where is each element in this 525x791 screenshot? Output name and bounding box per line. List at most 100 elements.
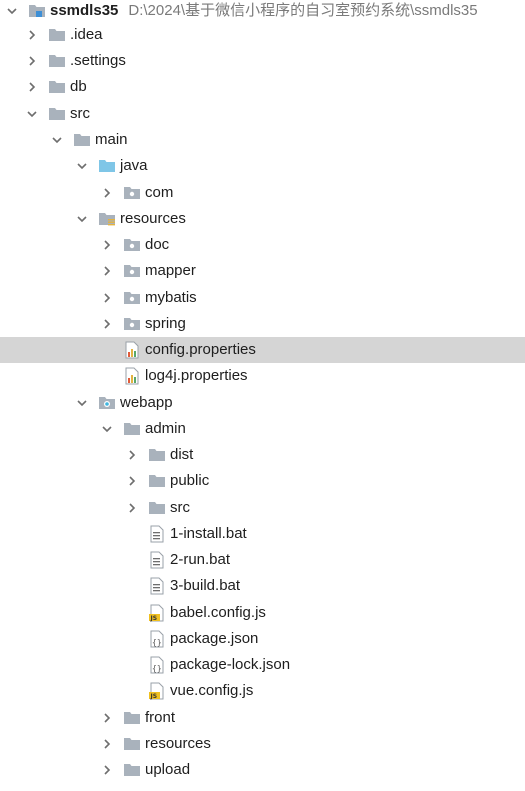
svg-text:JS: JS (150, 615, 158, 622)
tree-item-label: mapper (145, 262, 196, 279)
tree-item-label: resources (145, 735, 211, 752)
chevron-right-icon[interactable] (101, 239, 113, 251)
text-file-icon (148, 525, 166, 543)
tree-row-java[interactable]: java (0, 153, 525, 179)
chevron-right-icon[interactable] (126, 502, 138, 514)
tree-item-label: 3-build.bat (170, 577, 241, 594)
tree-row-admin[interactable]: admin (0, 416, 525, 442)
json-file-icon: {} (148, 630, 166, 648)
tree-row-dist[interactable]: dist (0, 442, 525, 468)
chevron-down-icon[interactable] (76, 160, 88, 172)
text-file-icon (148, 551, 166, 569)
chevron-down-icon[interactable] (51, 134, 63, 146)
tree-item-label: main (95, 131, 128, 148)
tree-row-com[interactable]: com (0, 180, 525, 206)
tree-item-label: mybatis (145, 289, 197, 306)
tree-row-webapp[interactable]: webapp (0, 390, 525, 416)
chevron-down-icon[interactable] (76, 213, 88, 225)
chevron-down-icon[interactable] (101, 423, 113, 435)
tree-item-label: front (145, 709, 176, 726)
properties-file-icon (123, 367, 141, 385)
tree-row-build-bat[interactable]: 3-build.bat (0, 573, 525, 599)
tree-row-main[interactable]: main (0, 127, 525, 153)
chevron-down-icon[interactable] (6, 5, 18, 17)
chevron-right-icon[interactable] (101, 292, 113, 304)
tree-item-label: upload (145, 761, 191, 778)
tree-item-label: src (170, 499, 190, 516)
folder-icon (123, 761, 141, 779)
tree-item-label: .idea (70, 26, 103, 43)
js-file-icon: JS (148, 604, 166, 622)
tree-item-label: db (70, 78, 87, 95)
tree-item-label: spring (145, 315, 186, 332)
tree-item-label: log4j.properties (145, 367, 248, 384)
chevron-down-icon[interactable] (26, 108, 38, 120)
folder-icon (48, 105, 66, 123)
tree-row-package-lock-json[interactable]: {} package-lock.json (0, 652, 525, 678)
chevron-right-icon[interactable] (126, 449, 138, 461)
tree-item-label: resources (120, 210, 186, 227)
folder-icon (148, 472, 166, 490)
folder-icon (148, 446, 166, 464)
tree-row-babel-config[interactable]: JS babel.config.js (0, 600, 525, 626)
tree-item-label: java (120, 157, 148, 174)
folder-icon (48, 52, 66, 70)
chevron-down-icon[interactable] (76, 397, 88, 409)
tree-item-label: 2-run.bat (170, 551, 231, 568)
tree-row-admin-src[interactable]: src (0, 495, 525, 521)
tree-item-label: babel.config.js (170, 604, 266, 621)
chevron-right-icon[interactable] (101, 738, 113, 750)
tree-row-install-bat[interactable]: 1-install.bat (0, 521, 525, 547)
package-icon (123, 184, 141, 202)
tree-row-mybatis[interactable]: mybatis (0, 285, 525, 311)
project-tree: ssmdls35 D:\2024\基于微信小程序的自习室预约系统\ssmdls3… (0, 0, 525, 791)
tree-item-label: package-lock.json (170, 656, 291, 673)
package-icon (123, 262, 141, 280)
chevron-right-icon[interactable] (126, 475, 138, 487)
root-path: D:\2024\基于微信小程序的自习室预约系统\ssmdls35 (128, 2, 478, 19)
tree-row-doc[interactable]: doc (0, 232, 525, 258)
tree-row-webapp-resources[interactable]: resources (0, 731, 525, 757)
root-label: ssmdls35 (50, 2, 119, 19)
chevron-right-icon[interactable] (101, 187, 113, 199)
chevron-right-icon[interactable] (101, 318, 113, 330)
tree-row-public[interactable]: public (0, 468, 525, 494)
tree-row-run-bat[interactable]: 2-run.bat (0, 547, 525, 573)
tree-row-upload[interactable]: upload (0, 757, 525, 783)
properties-file-icon (123, 341, 141, 359)
folder-icon (123, 420, 141, 438)
chevron-right-icon[interactable] (26, 29, 38, 41)
tree-row-db[interactable]: db (0, 74, 525, 100)
chevron-right-icon[interactable] (101, 712, 113, 724)
text-file-icon (148, 577, 166, 595)
chevron-right-icon[interactable] (101, 265, 113, 277)
tree-row-vue-config[interactable]: JS vue.config.js (0, 678, 525, 704)
tree-row-settings[interactable]: .settings (0, 48, 525, 74)
chevron-right-icon[interactable] (26, 55, 38, 67)
tree-item-label: 1-install.bat (170, 525, 247, 542)
tree-row-config-properties[interactable]: config.properties (0, 337, 525, 363)
tree-row-root[interactable]: ssmdls35 D:\2024\基于微信小程序的自习室预约系统\ssmdls3… (0, 0, 525, 24)
package-icon (123, 315, 141, 333)
tree-row-spring[interactable]: spring (0, 311, 525, 337)
folder-icon (48, 26, 66, 44)
json-file-icon: {} (148, 656, 166, 674)
tree-row-log4j-properties[interactable]: log4j.properties (0, 363, 525, 389)
tree-row-resources[interactable]: resources (0, 206, 525, 232)
tree-row-package-json[interactable]: {} package.json (0, 626, 525, 652)
chevron-right-icon[interactable] (101, 764, 113, 776)
resources-folder-icon (98, 210, 116, 228)
folder-icon (148, 499, 166, 517)
tree-row-idea[interactable]: .idea (0, 22, 525, 48)
svg-text:JS: JS (150, 693, 158, 700)
folder-icon (48, 78, 66, 96)
chevron-right-icon[interactable] (26, 81, 38, 93)
tree-item-label: vue.config.js (170, 682, 254, 699)
package-icon (123, 289, 141, 307)
module-folder-icon (28, 2, 46, 20)
tree-row-mapper[interactable]: mapper (0, 258, 525, 284)
tree-row-front[interactable]: front (0, 705, 525, 731)
tree-item-label: config.properties (145, 341, 256, 358)
tree-item-label: dist (170, 446, 194, 463)
tree-row-src[interactable]: src (0, 101, 525, 127)
